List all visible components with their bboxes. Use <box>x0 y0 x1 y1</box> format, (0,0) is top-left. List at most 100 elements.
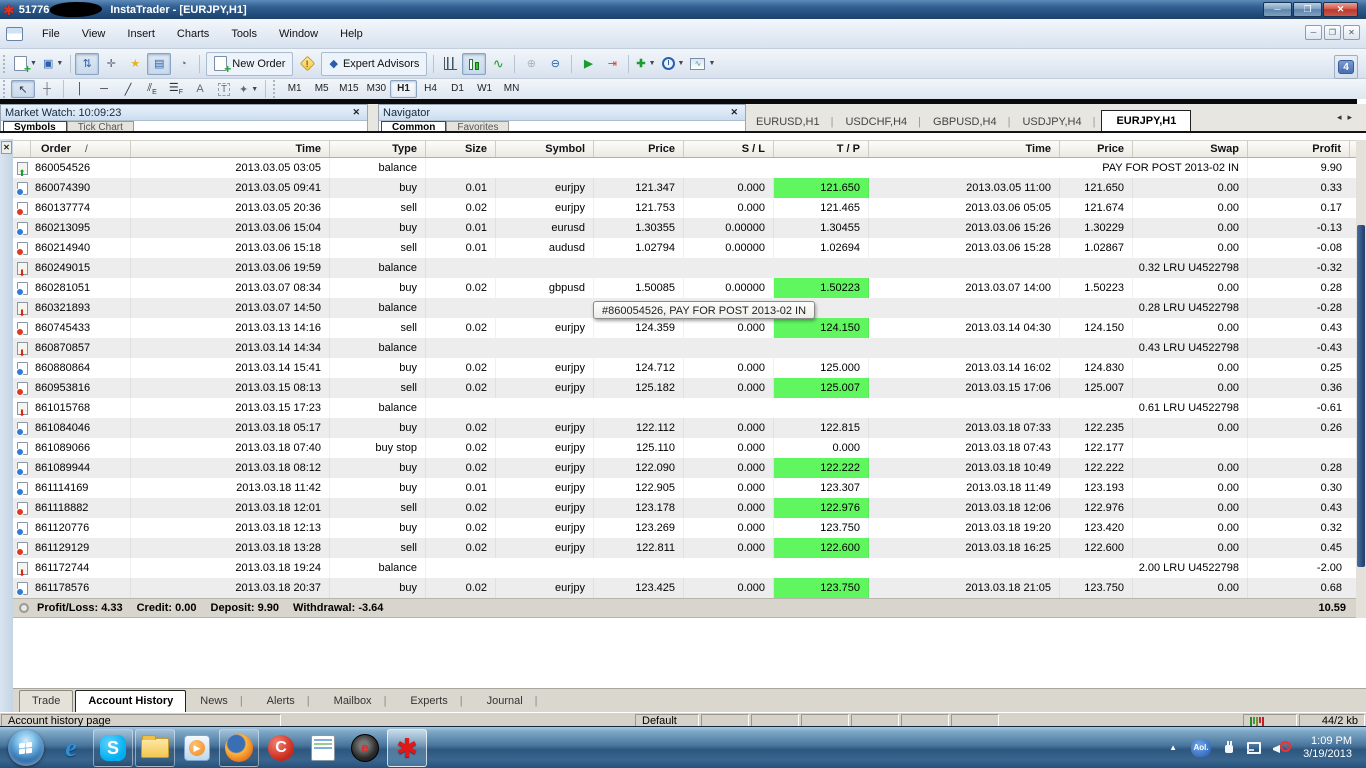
show-hidden-icons-arrow[interactable]: ▲ <box>1161 743 1185 752</box>
internet-explorer-icon[interactable]: e <box>51 729 91 767</box>
taskbar-clock[interactable]: 1:09 PM 3/19/2013 <box>1297 735 1360 761</box>
text-label-button[interactable]: T <box>212 80 236 98</box>
history-row[interactable]: 861129129 2013.03.18 13:28 sell 0.02 eur… <box>13 538 1356 558</box>
column-symbol[interactable]: Symbol <box>496 141 594 157</box>
navigator-close-icon[interactable]: ✕ <box>727 107 741 118</box>
history-row[interactable]: 860870857 2013.03.14 14:34 balance 0.43 … <box>13 338 1356 358</box>
tab-scroll-arrows[interactable]: ◂▸ <box>1337 112 1358 123</box>
history-row[interactable]: 860074390 2013.03.05 09:41 buy 0.01 eurj… <box>13 178 1356 198</box>
history-row[interactable]: 860213095 2013.03.06 15:04 buy 0.01 euru… <box>13 218 1356 238</box>
chart-tab[interactable]: EURJPY,H1 <box>1101 110 1191 132</box>
menu-item[interactable]: Charts <box>166 24 220 44</box>
indicators-button[interactable]: ✚▼ <box>633 53 658 75</box>
history-row[interactable]: 860281051 2013.03.07 08:34 buy 0.02 gbpu… <box>13 278 1356 298</box>
data-window-button[interactable]: ✛ <box>99 53 123 75</box>
chart-tab[interactable]: USDCHF,H4 <box>839 113 927 132</box>
timeframe-button[interactable]: D1 <box>444 80 471 98</box>
minimize-button[interactable]: ─ <box>1263 2 1292 17</box>
market-watch-close-icon[interactable]: ✕ <box>349 107 363 118</box>
column-close-price[interactable]: Price <box>1060 141 1133 157</box>
zoom-in-button[interactable]: ⊕ <box>519 53 543 75</box>
column-tp[interactable]: T / P <box>774 141 869 157</box>
templates-button[interactable]: ∿▼ <box>687 53 718 75</box>
menu-item[interactable]: File <box>31 24 71 44</box>
notes-app-icon[interactable] <box>303 729 343 767</box>
terminal-tab[interactable]: Alerts <box>255 691 322 712</box>
history-row[interactable]: 860953816 2013.03.15 08:13 sell 0.02 eur… <box>13 378 1356 398</box>
menu-item[interactable]: Insert <box>116 24 166 44</box>
terminal-tab[interactable]: Experts <box>398 691 474 712</box>
cursor-button[interactable]: ↖ <box>11 80 35 98</box>
history-row[interactable]: 861114169 2013.03.18 11:42 buy 0.01 eurj… <box>13 478 1356 498</box>
history-row[interactable]: 860054526 2013.03.05 03:05 balance PAY F… <box>13 158 1356 178</box>
terminal-toggle-button[interactable]: ▤ <box>147 53 171 75</box>
auto-scroll-button[interactable]: ▶ <box>576 53 600 75</box>
expert-advisors-button[interactable]: ◆ Expert Advisors <box>326 53 422 75</box>
media-player-icon[interactable]: ▶ <box>177 729 217 767</box>
terminal-tab[interactable]: Mailbox <box>322 691 399 712</box>
line-chart-button[interactable]: ∿ <box>486 53 510 75</box>
close-button[interactable]: ✕ <box>1323 2 1358 17</box>
chart-tab[interactable]: GBPUSD,H4 <box>927 113 1016 132</box>
fibonacci-button[interactable]: ☰F <box>164 80 188 98</box>
menu-item[interactable]: Window <box>268 24 329 44</box>
aol-tray-icon[interactable]: Aol. <box>1191 739 1211 757</box>
history-row[interactable]: 860880864 2013.03.14 15:41 buy 0.02 eurj… <box>13 358 1356 378</box>
power-plug-tray-icon[interactable] <box>1223 741 1235 755</box>
toolbar-grip[interactable] <box>3 55 8 73</box>
disc-app-icon[interactable]: e <box>345 729 385 767</box>
market-watch-toggle-button[interactable]: ⇅ <box>75 53 99 75</box>
notification-button[interactable]: 4 <box>1334 55 1358 79</box>
menu-item[interactable]: View <box>71 24 117 44</box>
toolbar-grip[interactable] <box>3 80 8 98</box>
scrollbar-thumb[interactable] <box>1357 225 1365 567</box>
new-chart-button[interactable]: +▼ <box>11 53 40 75</box>
history-row[interactable]: 861172744 2013.03.18 19:24 balance 2.00 … <box>13 558 1356 578</box>
column-type[interactable]: Type <box>330 141 426 157</box>
candlestick-chart-button[interactable] <box>462 53 486 75</box>
timeframe-button[interactable]: H4 <box>417 80 444 98</box>
timeframe-button[interactable]: H1 <box>390 80 417 98</box>
column-close-time[interactable]: Time <box>869 141 1060 157</box>
column-order[interactable]: Order/ <box>31 141 131 157</box>
history-row[interactable]: 861089944 2013.03.18 08:12 buy 0.02 eurj… <box>13 458 1356 478</box>
trendline-button[interactable]: ╱ <box>116 80 140 98</box>
menu-item[interactable]: Help <box>329 24 374 44</box>
start-button[interactable] <box>8 730 44 766</box>
history-row[interactable]: 860214940 2013.03.06 15:18 sell 0.01 aud… <box>13 238 1356 258</box>
timeframe-button[interactable]: M1 <box>281 80 308 98</box>
terminal-tab[interactable]: News <box>188 691 254 712</box>
file-explorer-icon[interactable] <box>135 729 175 767</box>
skype-icon[interactable]: S <box>93 729 133 767</box>
crosshair-button[interactable]: ┼ <box>35 80 59 98</box>
text-button[interactable]: A <box>188 80 212 98</box>
history-row[interactable]: 861089066 2013.03.18 07:40 buy stop 0.02… <box>13 438 1356 458</box>
history-row[interactable]: 861178576 2013.03.18 20:37 buy 0.02 eurj… <box>13 578 1356 598</box>
chart-window-icon[interactable] <box>6 27 23 41</box>
history-row[interactable]: 861118882 2013.03.18 12:01 sell 0.02 eur… <box>13 498 1356 518</box>
status-profile[interactable]: Default <box>635 714 699 726</box>
zoom-out-button[interactable]: ⊖ <box>543 53 567 75</box>
maximize-button[interactable]: ❐ <box>1293 2 1322 17</box>
strategy-tester-button[interactable]: ◔ <box>171 53 195 75</box>
ccleaner-icon[interactable]: C <box>261 729 301 767</box>
profiles-button[interactable]: ▣▼ <box>40 53 66 75</box>
history-row[interactable]: 860745433 2013.03.13 14:16 sell 0.02 eur… <box>13 318 1356 338</box>
column-sl[interactable]: S / L <box>684 141 774 157</box>
column-profit[interactable]: Profit <box>1248 141 1350 157</box>
chart-tab[interactable]: EURUSD,H1 <box>750 113 839 132</box>
mdi-minimize-button[interactable]: ─ <box>1305 25 1322 40</box>
timeframe-button[interactable]: MN <box>498 80 525 98</box>
terminal-close-icon[interactable]: ✕ <box>1 141 12 154</box>
timeframe-button[interactable]: W1 <box>471 80 498 98</box>
vertical-scrollbar[interactable] <box>1356 140 1366 618</box>
timeframe-button[interactable]: M5 <box>308 80 335 98</box>
terminal-tab[interactable]: Trade <box>19 690 73 712</box>
history-row[interactable]: 861120776 2013.03.18 12:13 buy 0.02 eurj… <box>13 518 1356 538</box>
network-tray-icon[interactable] <box>1247 742 1261 754</box>
timeframe-button[interactable]: M30 <box>363 80 390 98</box>
column-open-time[interactable]: Time <box>131 141 330 157</box>
toolbar-grip[interactable] <box>273 80 278 98</box>
horizontal-line-button[interactable]: ─ <box>92 80 116 98</box>
mdi-restore-button[interactable]: ❐ <box>1324 25 1341 40</box>
